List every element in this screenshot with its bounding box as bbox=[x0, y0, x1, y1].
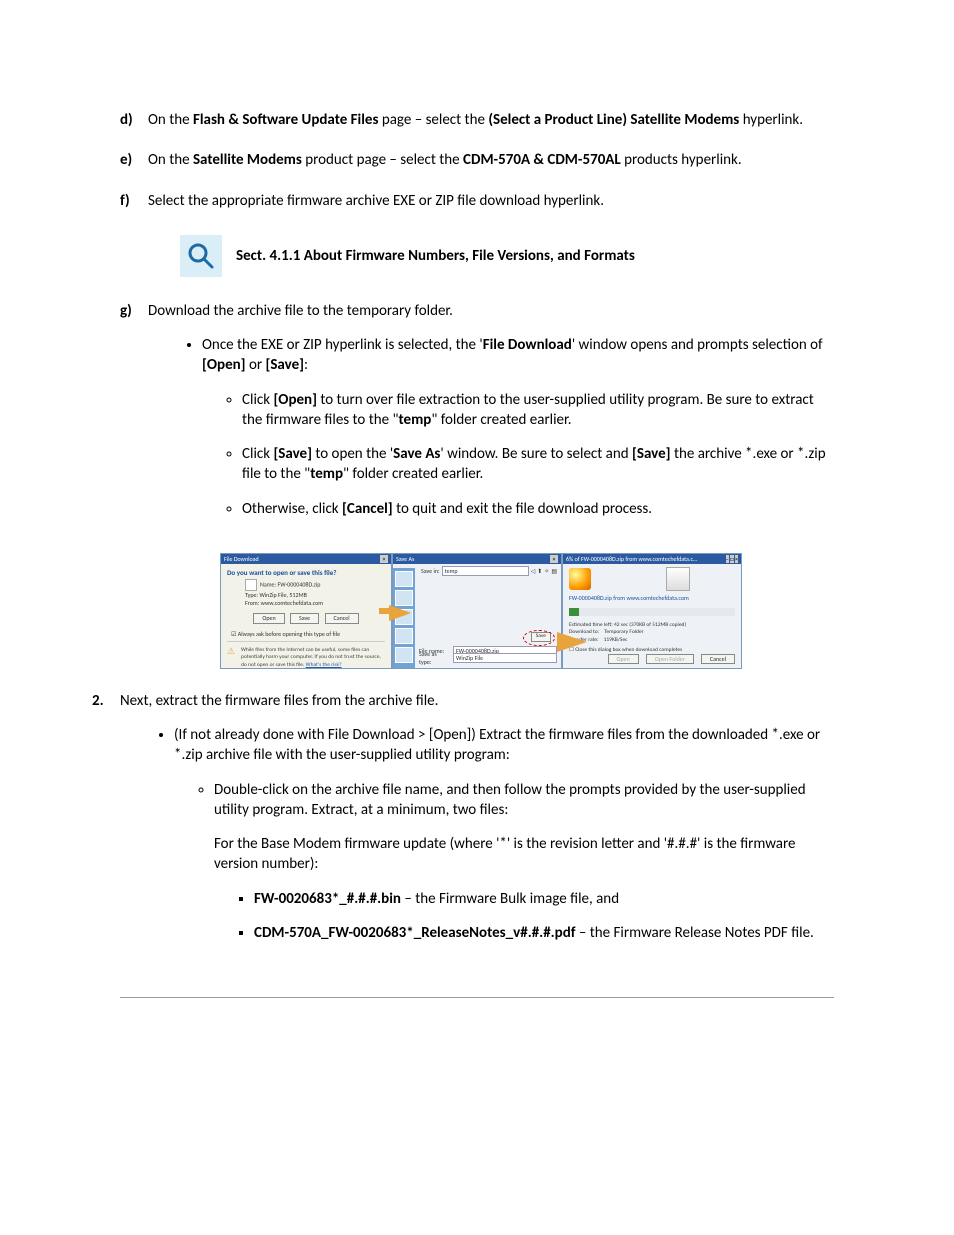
step-d-label: d) bbox=[120, 110, 148, 130]
save-as-dialog: Save As × Save in: temp ◁ ⬆ ✧ ▤ Save Fil… bbox=[392, 553, 562, 669]
warning-note: ⚠ While files from the Internet can be u… bbox=[221, 645, 391, 671]
document-icon bbox=[666, 567, 690, 591]
step-g-open: Click [Open] to turn over file extractio… bbox=[242, 390, 834, 431]
progress-bar bbox=[569, 608, 735, 616]
close-checkbox[interactable]: Close this dialog box when download comp… bbox=[575, 647, 682, 653]
step-g-save: Click [Save] to open the 'Save As' windo… bbox=[242, 444, 834, 485]
footer-rule bbox=[120, 997, 834, 998]
step-2-file-1: FW-0020683*_#.#.#.bin – the Firmware Bul… bbox=[254, 889, 834, 909]
open-folder-button: Open Folder bbox=[646, 654, 694, 664]
step-d: d) On the Flash & Software Update Files … bbox=[120, 110, 834, 130]
step-2-label: 2. bbox=[92, 691, 120, 957]
arrow-icon bbox=[389, 605, 411, 621]
download-progress-dialog: 6% of FW-0000408D.zip from www.comtechef… bbox=[562, 553, 742, 669]
step-f-body: Select the appropriate firmware archive … bbox=[148, 191, 834, 211]
file-download-titlebar: File Download × bbox=[221, 554, 391, 564]
step-f-label: f) bbox=[120, 191, 148, 211]
step-e-body: On the Satellite Modems product page – s… bbox=[148, 150, 834, 170]
save-as-titlebar: Save As × bbox=[393, 554, 561, 564]
step-f: f) Select the appropriate firmware archi… bbox=[120, 191, 834, 211]
step-2: 2. Next, extract the firmware files from… bbox=[92, 691, 834, 957]
step-g: g) Download the archive file to the temp… bbox=[120, 301, 834, 533]
progress-titlebar: 6% of FW-0000408D.zip from www.comtechef… bbox=[563, 554, 741, 564]
step-2-bullet-1: (If not already done with File Download … bbox=[174, 725, 834, 766]
maximize-icon[interactable]: □ bbox=[730, 555, 734, 563]
file-icon bbox=[245, 579, 257, 591]
cancel-button[interactable]: Cancel bbox=[701, 654, 735, 664]
step-g-body: Download the archive file to the tempora… bbox=[148, 301, 834, 533]
always-ask-checkbox[interactable]: Always ask before opening this type of f… bbox=[238, 630, 340, 638]
new-folder-icon[interactable]: ✧ bbox=[544, 567, 549, 575]
step-2-body: Next, extract the firmware files from th… bbox=[120, 691, 834, 957]
step-d-body: On the Flash & Software Update Files pag… bbox=[148, 110, 834, 130]
close-icon[interactable]: × bbox=[380, 555, 388, 563]
step-2-file-2: CDM-570A_FW-0020683*_ReleaseNotes_v#.#.#… bbox=[254, 923, 834, 943]
cancel-button[interactable]: Cancel bbox=[325, 613, 359, 623]
back-icon[interactable]: ◁ bbox=[531, 567, 536, 575]
step-2-sub-1: Double-click on the archive file name, a… bbox=[214, 780, 834, 944]
dialog-figure: File Download × Do you want to open or s… bbox=[220, 553, 834, 669]
close-icon[interactable]: × bbox=[735, 555, 738, 563]
section-reference-text: Sect. 4.1.1 About Firmware Numbers, File… bbox=[236, 246, 635, 266]
step-g-label: g) bbox=[120, 301, 148, 533]
step-e: e) On the Satellite Modems product page … bbox=[120, 150, 834, 170]
save-button[interactable]: Save bbox=[290, 613, 319, 623]
save-in-field[interactable]: temp bbox=[442, 566, 529, 576]
file-download-question: Do you want to open or save this file? bbox=[221, 564, 391, 579]
close-icon[interactable]: × bbox=[550, 555, 558, 563]
step-e-label: e) bbox=[120, 150, 148, 170]
view-icon[interactable]: ▤ bbox=[551, 567, 557, 575]
file-download-dialog: File Download × Do you want to open or s… bbox=[220, 553, 392, 669]
open-button: Open bbox=[608, 654, 639, 664]
minimize-icon[interactable]: – bbox=[726, 555, 729, 563]
magnifier-icon bbox=[180, 235, 222, 277]
save-as-type-field[interactable]: WinZip File bbox=[453, 653, 557, 663]
open-button[interactable]: Open bbox=[253, 613, 284, 623]
progress-file-label: FW-0000408D.zip from www.comtechefdata.c… bbox=[563, 594, 741, 602]
up-icon[interactable]: ⬆ bbox=[537, 567, 542, 575]
highlight-oval bbox=[523, 630, 555, 646]
step-g-cancel: Otherwise, click [Cancel] to quit and ex… bbox=[242, 499, 834, 519]
section-reference: Sect. 4.1.1 About Firmware Numbers, File… bbox=[180, 235, 834, 277]
arrow-icon bbox=[557, 632, 587, 652]
globe-icon bbox=[569, 568, 591, 590]
step-g-bullet-1: Once the EXE or ZIP hyperlink is selecte… bbox=[202, 335, 834, 519]
